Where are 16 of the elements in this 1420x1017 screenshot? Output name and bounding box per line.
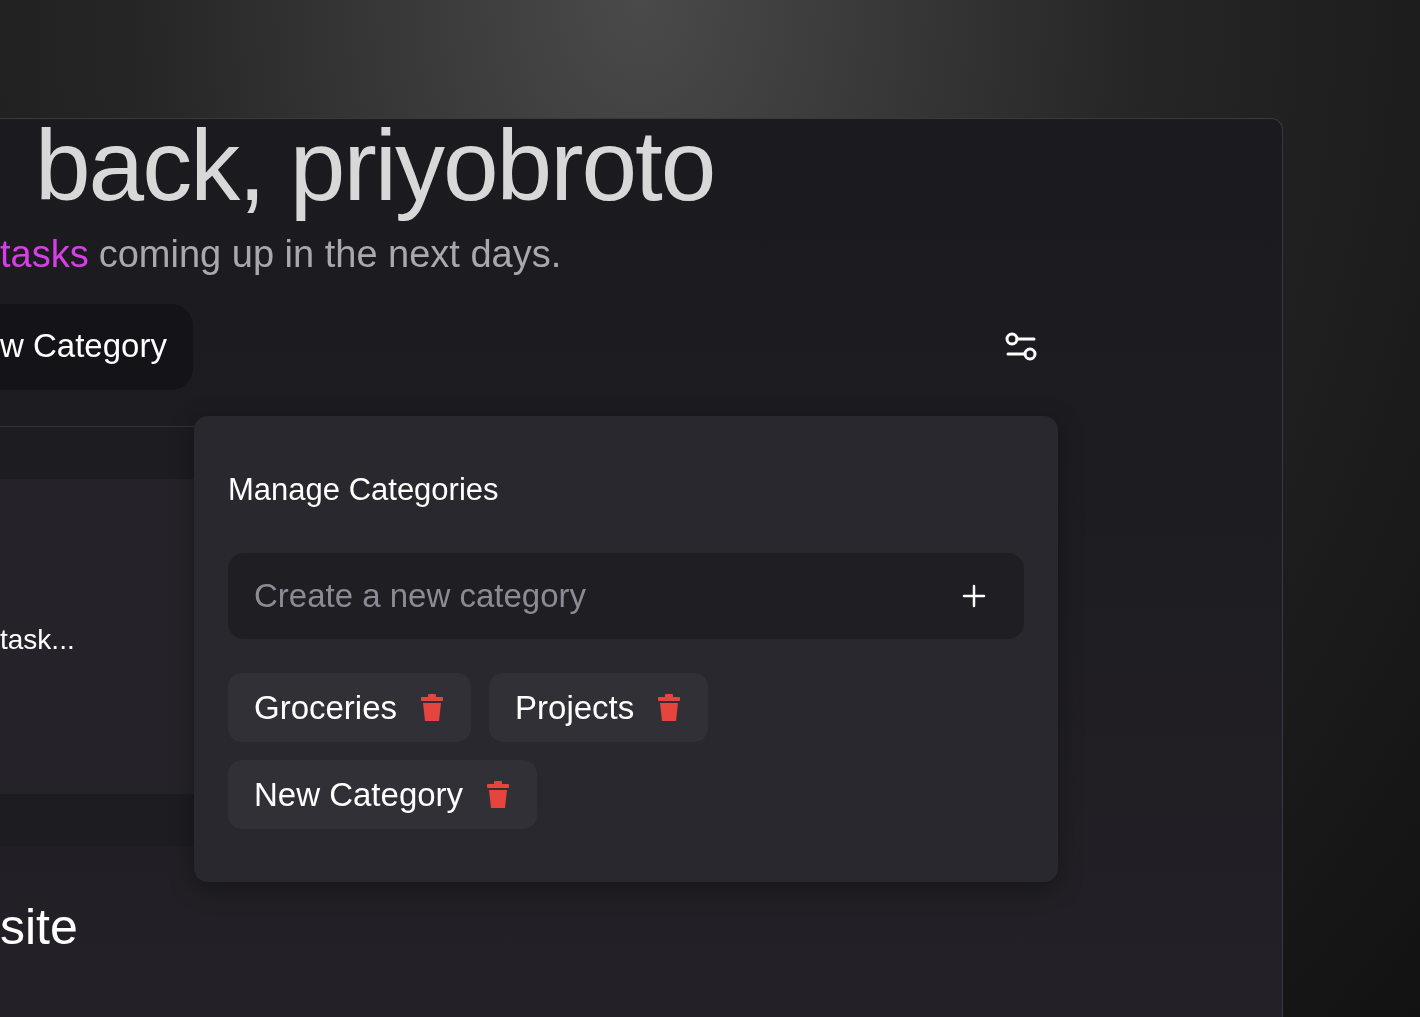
category-label: Projects — [515, 688, 635, 727]
trash-icon[interactable] — [487, 781, 510, 808]
plus-icon[interactable] — [962, 584, 986, 608]
category-label: New Category — [254, 775, 464, 814]
section-heading: site — [0, 898, 79, 956]
task-count-highlight: tasks — [0, 233, 89, 276]
trash-icon[interactable] — [421, 694, 444, 721]
new-category-button[interactable]: w Category — [0, 304, 193, 390]
category-label: Groceries — [254, 688, 398, 727]
filter-settings-icon[interactable] — [1004, 331, 1038, 363]
task-title: task... — [0, 622, 75, 656]
welcome-heading: back, priyobroto — [34, 108, 716, 223]
subtitle-text: coming up in the next days. — [98, 233, 562, 276]
new-category-input[interactable]: Create a new category — [228, 553, 1024, 639]
trash-icon[interactable] — [658, 694, 681, 721]
popover-title: Manage Categories — [228, 472, 500, 508]
